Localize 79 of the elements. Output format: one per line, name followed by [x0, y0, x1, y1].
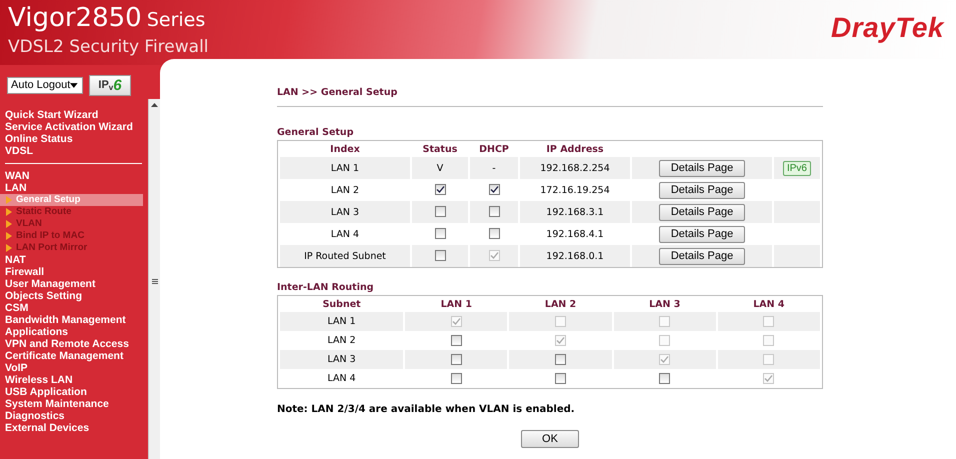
menu-item[interactable]: Wireless LAN	[0, 374, 148, 386]
menu-item[interactable]: Bandwidth Management	[0, 314, 148, 326]
table-cell: IP Routed Subnet	[280, 245, 410, 267]
product-model: Vigor2850	[8, 3, 142, 33]
checkbox[interactable]	[659, 372, 670, 384]
menu-item[interactable]: LAN	[0, 182, 148, 194]
section-title: General Setup	[277, 127, 354, 138]
table-cell: -	[492, 162, 496, 174]
menu-item[interactable]: System Maintenance	[0, 398, 148, 410]
checkbox[interactable]	[488, 184, 500, 196]
column-header: Index	[329, 142, 361, 156]
menu-item[interactable]: Objects Setting	[0, 290, 148, 302]
product-series: Series	[146, 9, 206, 31]
menu-item[interactable]: Diagnostics	[0, 410, 148, 422]
caret-icon	[70, 82, 78, 88]
auto-logout-select[interactable]: Auto Logout	[7, 76, 83, 94]
menu-item[interactable]: NAT	[0, 254, 148, 266]
checkbox[interactable]	[488, 228, 500, 240]
menu-item[interactable]: Certificate Management	[0, 350, 148, 362]
menu-item[interactable]: CSM	[0, 302, 148, 314]
table-cell: LAN 1	[280, 312, 404, 331]
brand-logo: DrayTek	[831, 12, 944, 44]
checkbox[interactable]	[488, 206, 500, 218]
column-header: Subnet	[322, 298, 362, 312]
checkbox[interactable]	[450, 372, 462, 384]
column-header: IP Address	[545, 142, 605, 156]
ok-button[interactable]: OK	[521, 430, 579, 448]
table-cell: LAN 1	[280, 157, 410, 179]
grip-icon	[152, 278, 158, 284]
column-header: LAN 4	[752, 298, 786, 312]
ipv6-button[interactable]: IPv6	[782, 160, 811, 176]
column-header: DHCP	[478, 142, 510, 156]
menu-item[interactable]: Quick Start Wizard	[0, 109, 148, 121]
column-header: Status	[422, 142, 458, 156]
checkbox[interactable]	[555, 354, 566, 365]
table-cell: LAN 3	[280, 350, 404, 369]
table-cell: LAN 3	[280, 201, 410, 223]
checkbox[interactable]	[434, 250, 446, 262]
table-cell-text: LAN 4	[326, 372, 357, 386]
column-header: LAN 1	[440, 298, 473, 312]
menu-item[interactable]: VPN and Remote Access	[0, 338, 148, 350]
table-cell-text: LAN 4	[330, 228, 360, 242]
table-cell-text: LAN 2	[330, 184, 360, 198]
product-subtitle: VDSL2 Security Firewall	[8, 37, 209, 57]
menu-item[interactable]: Applications	[0, 326, 148, 338]
details-page-button[interactable]: Details Page	[659, 160, 745, 176]
menu-item[interactable]: External Devices	[0, 422, 148, 434]
section-title: Inter-LAN Routing	[277, 282, 375, 293]
menu-item[interactable]: VDSL	[0, 145, 148, 157]
table-cell-text: LAN 2	[326, 334, 357, 348]
details-page-button[interactable]: Details Page	[659, 248, 745, 264]
menu-item[interactable]: WAN	[0, 170, 148, 182]
menu-item[interactable]: USB Application	[0, 386, 148, 398]
column-header: LAN 2	[544, 298, 578, 312]
breadcrumb: LAN >> General Setup	[277, 87, 398, 98]
table-cell: 192.168.3.1	[520, 201, 630, 223]
scrollbar[interactable]	[148, 99, 160, 459]
table-cell: 192.168.2.254	[520, 157, 630, 179]
note-text: Note: LAN 2/3/4 are available when VLAN is enabled.	[277, 404, 576, 415]
menu-item[interactable]: User Management	[0, 278, 148, 290]
menu-item[interactable]: VoIP	[0, 362, 148, 374]
checkbox[interactable]	[450, 354, 462, 365]
column-header: LAN 3	[648, 298, 682, 312]
details-page-button[interactable]: Details Page	[659, 226, 745, 242]
checkbox[interactable]	[555, 372, 566, 384]
checkbox[interactable]	[434, 184, 446, 196]
table-cell: 192.168.0.1	[520, 245, 630, 267]
menu-item[interactable]: Service Activation Wizard	[0, 121, 148, 133]
table-cell-text: 172.16.19.254	[539, 184, 611, 198]
menu-item[interactable]: Online Status	[0, 133, 148, 145]
checkbox[interactable]	[434, 206, 446, 218]
scroll-up-arrow-icon[interactable]	[151, 103, 158, 107]
checkbox[interactable]	[434, 228, 446, 240]
details-page-button[interactable]: Details Page	[659, 182, 745, 198]
details-page-button[interactable]: Details Page	[659, 204, 745, 220]
menu-item[interactable]: Firewall	[0, 266, 148, 278]
table-cell-text: 192.168.4.1	[545, 228, 605, 242]
checkbox[interactable]	[450, 334, 462, 346]
table-cell: V	[436, 162, 444, 174]
